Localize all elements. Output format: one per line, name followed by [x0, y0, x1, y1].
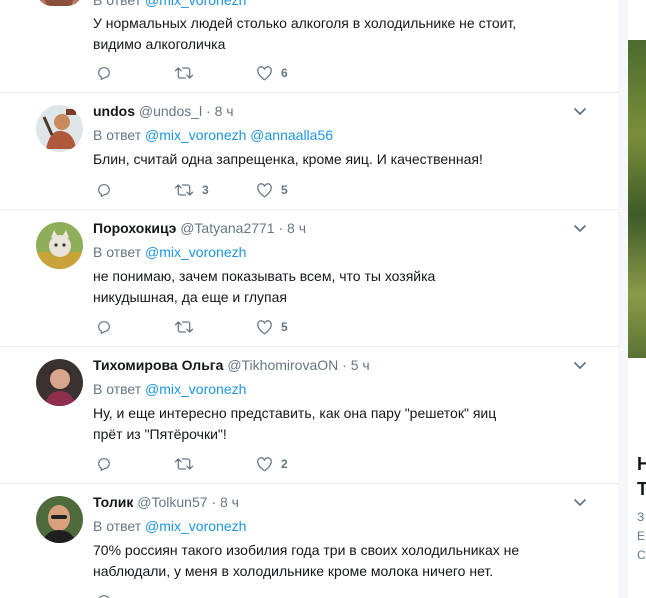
like-count: 2 — [281, 457, 288, 471]
mention-link[interactable]: @mix_voronezh — [145, 127, 246, 143]
tweet-text: не понимаю, зачем показывать всем, что т… — [93, 268, 436, 305]
sidebar-subtext: З Е С — [637, 510, 646, 562]
tweet-header: Порохокицэ @Tatyana2771 · 8 ч — [93, 218, 588, 238]
reply-context: В ответ @mix_voronezh — [93, 242, 246, 262]
tweet-feed: В ответ @mix_voronezh У нормальных людей… — [0, 0, 618, 598]
reply-icon — [98, 184, 110, 198]
retweet-button[interactable] — [174, 64, 194, 82]
like-icon — [257, 66, 272, 81]
avatar[interactable] — [36, 359, 83, 406]
reply-button[interactable] — [96, 455, 112, 473]
like-button[interactable]: 5 — [256, 318, 288, 336]
avatar[interactable] — [36, 222, 83, 269]
mention-link[interactable]: @mix_voronezh — [145, 518, 246, 534]
reply-prefix: В ответ — [93, 381, 142, 397]
sidebar-headline[interactable]: Н Т — [637, 452, 646, 502]
tweet[interactable]: Порохокицэ @Tatyana2771 · 8 ч В ответ @m… — [0, 210, 618, 347]
user-handle[interactable]: @TikhomirovaON — [227, 357, 338, 373]
tweet[interactable]: undos @undos_l · 8 ч В ответ @mix_vorone… — [0, 93, 618, 210]
display-name[interactable]: undos — [93, 103, 135, 119]
mention-link[interactable]: @mix_voronezh — [145, 244, 246, 260]
reply-context: В ответ @mix_voronezh — [93, 516, 246, 536]
user-handle[interactable]: @Tolkun57 — [137, 494, 207, 510]
mention-link[interactable]: @mix_voronezh — [145, 381, 246, 397]
chevron-down-icon[interactable] — [572, 357, 588, 373]
mention-link[interactable]: @mix_voronezh — [145, 0, 246, 8]
tweet-text: Блин, считай одна запрещенка, кроме яиц.… — [93, 151, 483, 167]
tweet[interactable]: Толик @Tolkun57 · 8 ч В ответ @mix_voron… — [0, 484, 618, 598]
reply-context: В ответ @mix_voronezh @annaalla56 — [93, 125, 333, 145]
like-count: 6 — [281, 66, 288, 80]
like-icon — [257, 183, 272, 198]
tweet-header: Тихомирова Ольга @TikhomirovaON · 5 ч — [93, 355, 588, 375]
tweet[interactable]: Тихомирова Ольга @TikhomirovaON · 5 ч В … — [0, 347, 618, 484]
like-button[interactable]: 5 — [256, 181, 288, 199]
reply-button[interactable] — [96, 592, 112, 598]
like-icon — [257, 457, 272, 472]
timestamp[interactable]: 5 ч — [351, 357, 370, 373]
retweet-icon — [174, 184, 194, 196]
display-name[interactable]: Толик — [93, 494, 133, 510]
reply-context: В ответ @mix_voronezh — [93, 0, 246, 10]
timestamp[interactable]: 8 ч — [215, 103, 234, 119]
tweet-header: Толик @Tolkun57 · 8 ч — [93, 492, 588, 512]
avatar[interactable] — [36, 105, 83, 152]
display-name[interactable]: Порохокицэ — [93, 220, 176, 236]
display-name[interactable]: Тихомирова Ольга — [93, 357, 223, 373]
reply-button[interactable] — [96, 318, 112, 336]
column-divider — [618, 0, 628, 598]
like-button[interactable]: 6 — [256, 64, 288, 82]
reply-icon — [98, 321, 110, 335]
reply-icon — [98, 67, 110, 81]
like-count: 5 — [281, 183, 288, 197]
tweet[interactable]: В ответ @mix_voronezh У нормальных людей… — [0, 0, 618, 93]
retweet-icon — [174, 321, 194, 333]
tweet-text: Ну, и еще интересно представить, как она… — [93, 405, 497, 442]
retweet-button[interactable] — [174, 318, 194, 336]
retweet-icon — [174, 458, 194, 470]
chevron-down-icon[interactable] — [572, 220, 588, 236]
retweet-icon — [174, 67, 194, 79]
reply-icon — [98, 595, 110, 598]
tweet-text: 70% россиян такого изобилия года три в с… — [93, 542, 520, 579]
sidebar-image[interactable] — [628, 40, 646, 358]
like-button[interactable]: 2 — [256, 455, 288, 473]
avatar[interactable] — [36, 0, 83, 6]
reply-button[interactable] — [96, 64, 112, 82]
reply-context: В ответ @mix_voronezh — [93, 379, 246, 399]
sidebar: Н Т З Е С — [628, 0, 646, 598]
reply-prefix: В ответ — [93, 127, 142, 143]
reply-prefix: В ответ — [93, 244, 142, 260]
timestamp[interactable]: 8 ч — [220, 494, 239, 510]
user-handle[interactable]: @undos_l — [139, 103, 202, 119]
reply-button[interactable] — [96, 181, 112, 199]
like-icon — [257, 320, 272, 335]
chevron-down-icon[interactable] — [572, 103, 588, 119]
avatar[interactable] — [36, 496, 83, 543]
mention-link[interactable]: @annaalla56 — [250, 127, 333, 143]
tweet-text: У нормальных людей столько алкоголя в хо… — [93, 15, 517, 52]
retweet-count: 3 — [202, 183, 209, 197]
timestamp[interactable]: 8 ч — [287, 220, 306, 236]
tweet-header: undos @undos_l · 8 ч — [93, 101, 588, 121]
reply-prefix: В ответ — [93, 518, 142, 534]
like-count: 5 — [281, 320, 288, 334]
user-handle[interactable]: @Tatyana2771 — [180, 220, 274, 236]
retweet-button[interactable] — [174, 455, 194, 473]
reply-prefix: В ответ — [93, 0, 142, 8]
retweet-button[interactable]: 3 — [174, 181, 209, 199]
chevron-down-icon[interactable] — [572, 494, 588, 510]
reply-icon — [98, 458, 110, 472]
